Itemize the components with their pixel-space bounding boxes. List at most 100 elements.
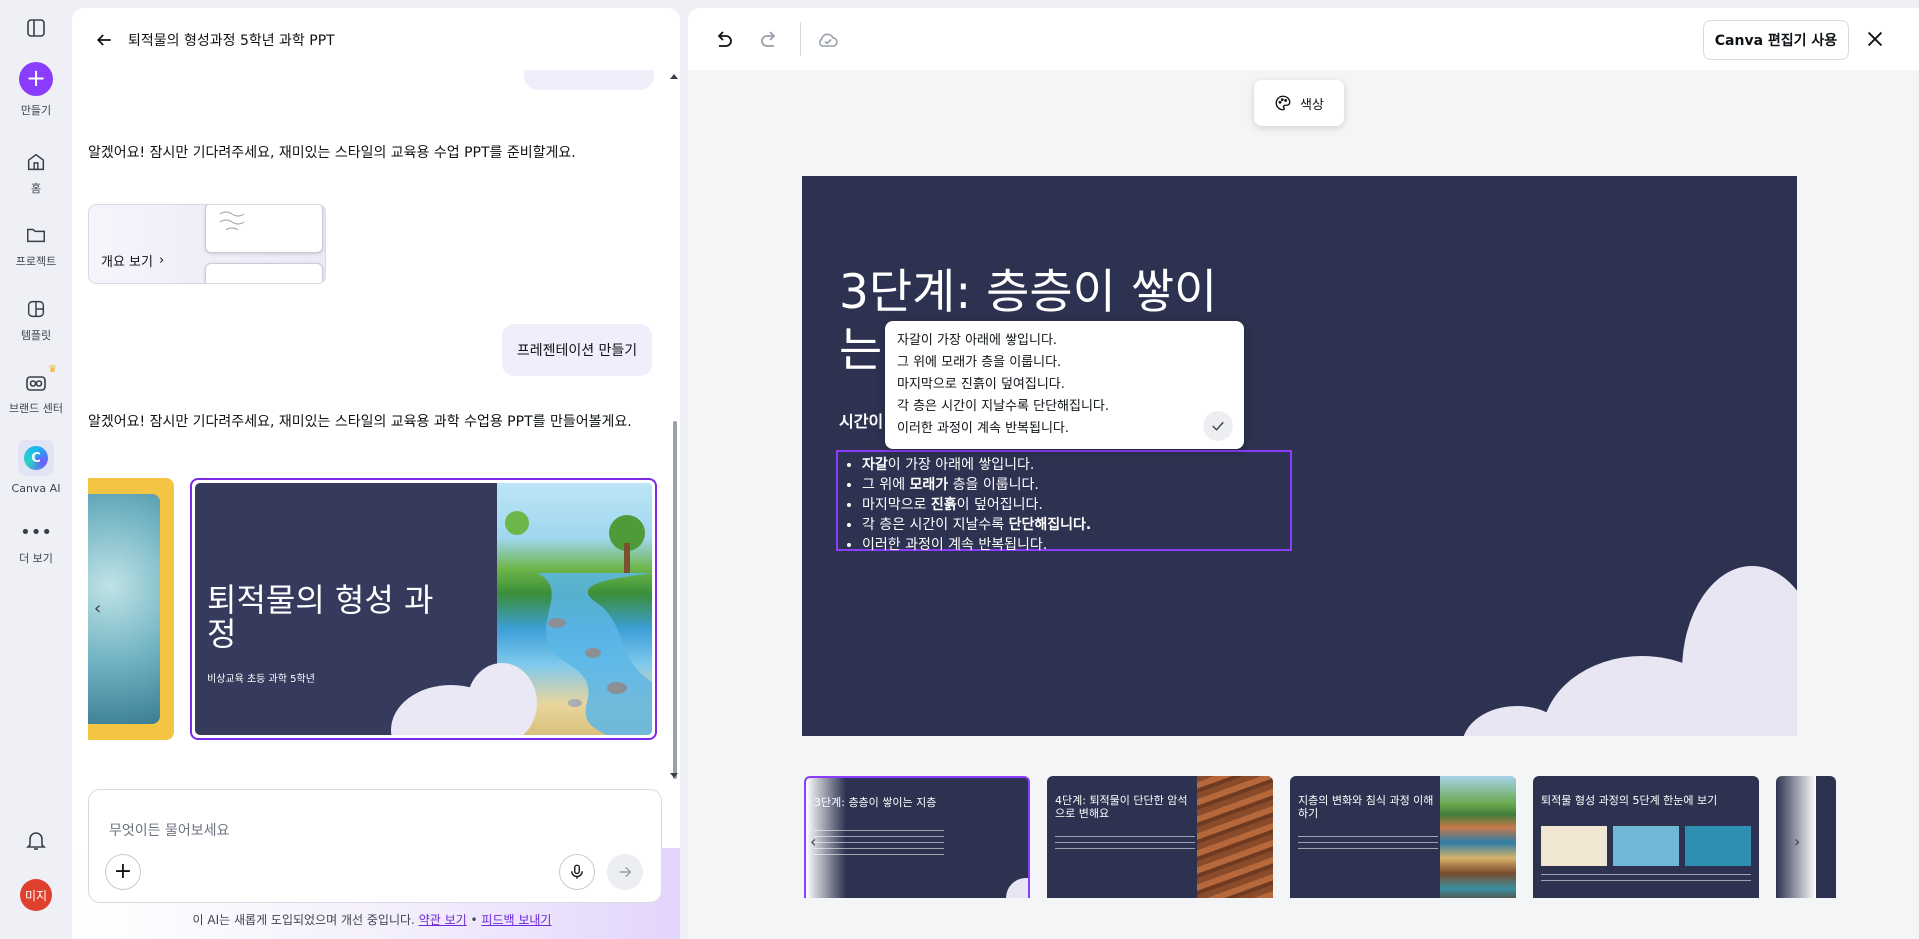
ai-disclaimer: 이 AI는 새롭게 도입되었으며 개선 중입니다. 약관 보기 • 피드백 보내… xyxy=(72,911,672,928)
canva-ai-icon: C xyxy=(24,446,48,470)
chat-panel: 퇴적물의 형성과정 5학년 과학 PPT 알겠어요! 잠시만 기다려주세요, 재… xyxy=(72,8,680,939)
chevron-right-icon: › xyxy=(158,253,165,268)
design-carousel: ‹ 퇴적물의 형성 과정 비상교육 초등 과학 5학년 xyxy=(88,478,658,740)
editor-toolbar: Canva 편집기 사용 xyxy=(688,8,1919,70)
slide-bullet-list[interactable]: 자갈이 가장 아래에 쌓입니다. 그 위에 모래가 층을 이룹니다. 마지막으로… xyxy=(836,450,1292,553)
plus-icon: + xyxy=(19,62,53,96)
rail-item-create[interactable]: + 만들기 xyxy=(0,62,72,118)
chat-input-placeholder[interactable]: 무엇이든 물어보세요 xyxy=(109,820,229,840)
color-button[interactable]: 색상 xyxy=(1254,80,1344,126)
color-button-label: 색상 xyxy=(1300,97,1324,113)
canva-ai-button: C xyxy=(18,440,54,476)
slide-canvas[interactable]: 3단계: 층층이 쌓이는 지층 시간이 자갈이 가장 아래에 쌓입니다. 그 위… xyxy=(802,176,1797,736)
scroll-up-arrow[interactable] xyxy=(670,74,678,79)
bullet-item: 자갈이 가장 아래에 쌓입니다. xyxy=(862,455,1290,475)
check-icon xyxy=(1212,421,1224,431)
stage-image xyxy=(1685,826,1751,866)
left-rail: + 만들기 홈 프로젝트 템플릿 ♛ 브랜드 센터 C Canva AI •••… xyxy=(0,0,72,939)
chevron-right-icon[interactable]: › xyxy=(1794,832,1800,851)
outline-card[interactable]: 개요 보기 › xyxy=(88,204,326,284)
thumbnail-title: 퇴적물 형성 과정의 5단계 한눈에 보기 xyxy=(1541,794,1718,807)
strata-image xyxy=(1440,776,1516,898)
more-icon: ••• xyxy=(20,521,52,543)
chat-title: 퇴적물의 형성과정 5학년 과학 PPT xyxy=(128,33,335,49)
add-attachment-button[interactable]: + xyxy=(105,854,141,890)
thumbnail-text-lines xyxy=(1298,836,1438,850)
avatar[interactable]: 미지 xyxy=(20,879,52,911)
ai-message: 알겠어요! 잠시만 기다려주세요, 재미있는 스타일의 교육용 과학 수업용 P… xyxy=(88,414,632,430)
rail-item-more[interactable]: ••• 더 보기 xyxy=(0,520,72,566)
undo-icon[interactable] xyxy=(711,28,735,52)
decorative-shape xyxy=(1682,566,1797,736)
bullet-item: 마지막으로 진흙이 덮어집니다. xyxy=(862,495,1290,515)
sidebar-toggle-icon[interactable] xyxy=(24,16,48,40)
terms-link[interactable]: 약관 보기 xyxy=(419,913,467,927)
slide-thumbnail[interactable]: 4단계: 퇴적물이 단단한 암석으로 변해요 xyxy=(1047,776,1273,898)
chat-messages[interactable]: 알겠어요! 잠시만 기다려주세요, 재미있는 스타일의 교육용 수업 PPT를 … xyxy=(72,70,672,778)
bullet-item: 각 층은 시간이 지날수록 단단해집니다. xyxy=(862,515,1290,535)
send-button[interactable] xyxy=(607,854,643,890)
bell-icon[interactable] xyxy=(24,828,48,856)
rail-item-brand-center[interactable]: ♛ 브랜드 센터 xyxy=(0,364,72,416)
outline-page-thumbnail xyxy=(205,263,323,283)
microphone-button[interactable] xyxy=(559,854,595,890)
stage-image xyxy=(1613,826,1679,866)
bullet-item: 이러한 과정이 계속 반복됩니다. xyxy=(862,535,1290,555)
thumbnail-title: 4단계: 퇴적물이 단단한 암석으로 변해요 xyxy=(1055,794,1188,820)
close-icon[interactable] xyxy=(1864,28,1886,54)
outline-button-label: 개요 보기 xyxy=(101,255,153,270)
rock-image xyxy=(1197,776,1273,898)
rail-item-templates[interactable]: 템플릿 xyxy=(0,297,72,343)
slide-thumbnail[interactable]: 3단계: 층층이 쌓이는 지층 xyxy=(804,776,1030,898)
bullet-item: 그 위에 모래가 층을 이룹니다. xyxy=(862,475,1290,495)
popover-line: 각 층은 시간이 지날수록 단단해집니다. xyxy=(897,399,1110,414)
toolbar-divider xyxy=(800,22,801,56)
stage-image xyxy=(1541,826,1607,866)
scrollbar-thumb[interactable] xyxy=(673,421,677,779)
text-suggestion-popover[interactable]: 자갈이 가장 아래에 쌓입니다. 그 위에 모래가 층을 이룹니다. 마지막으로… xyxy=(885,321,1244,449)
folder-icon xyxy=(24,223,48,247)
redo-icon[interactable] xyxy=(758,28,782,52)
ai-message: 알겠어요! 잠시만 기다려주세요, 재미있는 스타일의 교육용 수업 PPT를 … xyxy=(88,145,576,161)
scroll-down-arrow[interactable] xyxy=(670,773,678,778)
disclaimer-text: 이 AI는 새롭게 도입되었으며 개선 중입니다. xyxy=(192,913,415,927)
popover-line: 마지막으로 진흙이 덮여집니다. xyxy=(897,377,1065,392)
thumbnail-title: 지층의 변화와 침식 과정 이해하기 xyxy=(1298,794,1434,820)
popover-line: 자갈이 가장 아래에 쌓입니다. xyxy=(897,333,1058,348)
rail-item-canva-ai[interactable]: C Canva AI xyxy=(0,440,72,495)
accept-suggestion-button[interactable] xyxy=(1203,411,1233,441)
rail-item-projects[interactable]: 프로젝트 xyxy=(0,223,72,269)
brand-icon xyxy=(24,370,48,394)
chevron-left-icon[interactable]: ‹ xyxy=(94,598,101,619)
microphone-icon xyxy=(571,864,583,879)
arrow-right-icon xyxy=(619,866,632,878)
chat-header: 퇴적물의 형성과정 5학년 과학 PPT xyxy=(72,8,680,70)
chat-input-box[interactable]: 무엇이든 물어보세요 + xyxy=(88,789,662,903)
back-arrow-icon[interactable] xyxy=(94,30,114,54)
rail-item-label: 브랜드 센터 xyxy=(8,402,64,415)
outline-button[interactable]: 개요 보기 › xyxy=(101,251,164,270)
rail-item-label: 만들기 xyxy=(20,104,52,117)
design-preview-card-selected[interactable]: 퇴적물의 형성 과정 비상교육 초등 과학 5학년 xyxy=(190,478,657,740)
plus-icon: + xyxy=(113,859,133,884)
open-canva-editor-button[interactable]: Canva 편집기 사용 xyxy=(1703,20,1849,60)
slide-thumbnail[interactable]: 지층의 변화와 침식 과정 이해하기 xyxy=(1290,776,1516,898)
template-icon xyxy=(24,297,48,321)
rail-item-label: 프로젝트 xyxy=(15,255,57,268)
cloud-saved-icon[interactable] xyxy=(816,28,840,52)
home-icon xyxy=(24,150,48,174)
separator: • xyxy=(470,913,478,927)
preview-subtitle: 비상교육 초등 과학 5학년 xyxy=(207,674,315,685)
feedback-link[interactable]: 피드백 보내기 xyxy=(481,913,551,927)
previous-message-bubble xyxy=(524,70,654,90)
decorative-shape xyxy=(1006,878,1028,898)
rail-item-label: 홈 xyxy=(30,182,42,195)
rail-item-label: Canva AI xyxy=(11,482,61,495)
rail-item-home[interactable]: 홈 xyxy=(0,150,72,196)
slide-thumbnail[interactable]: 퇴적물 형성 과정의 5단계 한눈에 보기 xyxy=(1533,776,1759,898)
slide-subtitle[interactable]: 시간이 xyxy=(839,408,883,432)
chevron-left-icon[interactable]: ‹ xyxy=(810,832,816,851)
thumbnail-text-lines xyxy=(1541,874,1751,886)
preview-title: 퇴적물의 형성 과정 xyxy=(207,581,434,653)
slide-thumbnail[interactable] xyxy=(1776,776,1836,898)
